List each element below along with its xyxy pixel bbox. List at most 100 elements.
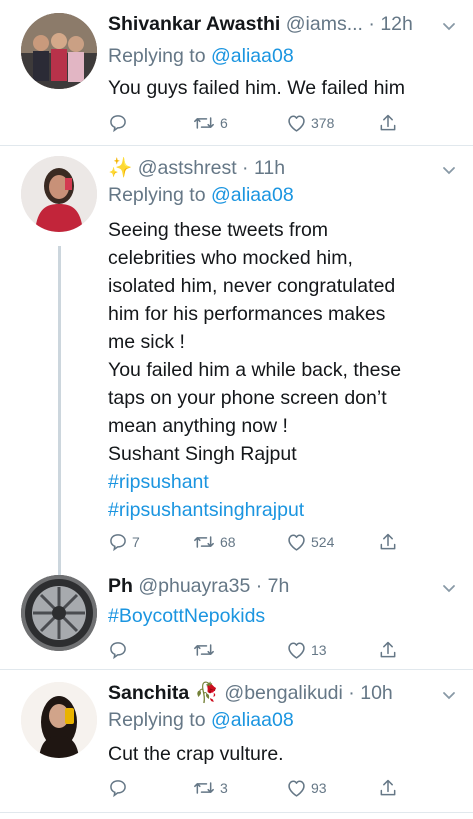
tweet-text-line: You failed him a while back, these (108, 359, 402, 381)
tweet-text-line: me sick ! (108, 331, 185, 353)
mention-link[interactable]: @aliaa08 (211, 184, 294, 206)
tweet-text-line: him for his performances makes (108, 303, 386, 325)
heart-icon (288, 642, 305, 659)
tweet-text-line: taps on your phone screen don’t (108, 387, 387, 409)
reply-icon (110, 115, 126, 133)
tweet-text-line: celebrities who mocked him, (108, 247, 353, 269)
tweet-text-line: Sushant Singh Rajput (108, 443, 297, 465)
share-button[interactable] (378, 110, 398, 136)
avatar[interactable] (21, 682, 97, 758)
hashtag-link[interactable]: #BoycottNepokids (108, 602, 455, 630)
replying-to: Replying to @aliaa08 (108, 182, 294, 208)
tweet-text-line: isolated him, never congratulated (108, 275, 396, 297)
share-icon (380, 641, 396, 658)
like-button[interactable]: 378 (286, 110, 334, 136)
heart-icon (288, 534, 305, 551)
tweet-text-line: Seeing these tweets from (108, 219, 329, 241)
replying-to: Replying to @aliaa08 (108, 43, 294, 69)
name-emoji: ✨ (108, 157, 133, 179)
tweet-header: Sanchita 🥀 @bengalikudi · 10h (108, 680, 461, 706)
replying-to-label: Replying to (108, 45, 206, 67)
timestamp[interactable]: 10h (360, 682, 393, 704)
reply-icon (110, 780, 126, 798)
timestamp[interactable]: 7h (268, 575, 290, 597)
reply-button[interactable] (108, 637, 132, 663)
timestamp[interactable]: 12h (380, 13, 413, 35)
user-handle[interactable]: @astshrest (138, 157, 237, 179)
retweet-button[interactable]: 3 (192, 775, 228, 801)
share-button[interactable] (378, 775, 398, 801)
hashtag-link[interactable]: #ripsushantsinghrajput (108, 496, 455, 524)
tweet-header: Ph @phuayra35 · 7h (108, 573, 461, 599)
replying-to-label: Replying to (108, 709, 206, 731)
retweet-count: 6 (220, 115, 228, 131)
tweet-text: #BoycottNepokids (108, 602, 455, 630)
retweet-icon (194, 536, 214, 548)
share-icon (380, 533, 396, 550)
separator-dot: · (342, 682, 361, 704)
replying-to-label: Replying to (108, 184, 206, 206)
share-button[interactable] (378, 529, 398, 555)
chevron-down-icon[interactable] (441, 580, 457, 596)
separator-dot: · (362, 13, 381, 35)
divider (0, 812, 473, 813)
separator-dot: · (236, 157, 254, 179)
chevron-down-icon[interactable] (441, 18, 457, 34)
tweet-text-line: Cut the crap vulture. (108, 743, 284, 765)
tweet-actions: 7 68 524 (100, 529, 400, 555)
reply-button[interactable] (108, 110, 132, 136)
display-name[interactable]: Ph (108, 575, 133, 597)
tweet-text: Seeing these tweets from celebrities who… (108, 216, 455, 524)
tweet-actions: 6 378 (100, 110, 400, 136)
tweet-header: Shivankar Awasthi @iams... · 12h (108, 11, 461, 37)
hashtag-link[interactable]: #ripsushant (108, 468, 455, 496)
retweet-button[interactable]: 68 (192, 529, 236, 555)
share-icon (380, 779, 396, 796)
like-count: 378 (311, 115, 335, 131)
chevron-down-icon[interactable] (441, 162, 457, 178)
like-button[interactable]: 13 (286, 637, 327, 663)
user-handle[interactable]: @iams... (286, 13, 363, 35)
retweet-icon (194, 782, 214, 794)
separator-dot: · (250, 575, 268, 597)
mention-link[interactable]: @aliaa08 (211, 709, 294, 731)
tweet-text: You guys failed him. We failed him (108, 74, 455, 102)
retweet-icon (194, 117, 214, 129)
chevron-down-icon[interactable] (441, 687, 457, 703)
retweet-icon (194, 644, 214, 656)
thread-connector (58, 246, 61, 580)
mention-link[interactable]: @aliaa08 (211, 45, 294, 67)
avatar[interactable] (21, 13, 97, 89)
name-emoji: 🥀 (194, 682, 219, 704)
like-count: 13 (311, 642, 327, 658)
replying-to: Replying to @aliaa08 (108, 707, 294, 733)
display-name[interactable]: Shivankar Awasthi (108, 13, 280, 35)
retweet-button[interactable]: 6 (192, 110, 228, 136)
user-handle[interactable]: @bengalikudi (224, 682, 342, 704)
tweet-actions: 13 (100, 637, 400, 663)
like-count: 524 (311, 534, 335, 550)
divider (0, 145, 473, 146)
display-name[interactable]: Sanchita (108, 682, 189, 704)
reply-icon (110, 642, 126, 660)
divider (0, 669, 473, 670)
retweet-count: 68 (220, 534, 236, 550)
retweet-button[interactable] (192, 637, 220, 663)
heart-icon (288, 780, 305, 797)
like-button[interactable]: 524 (286, 529, 334, 555)
reply-count: 7 (132, 534, 140, 550)
like-button[interactable]: 93 (286, 775, 327, 801)
share-icon (380, 114, 396, 131)
timestamp[interactable]: 11h (254, 157, 285, 179)
reply-button[interactable]: 7 (108, 529, 140, 555)
reply-button[interactable] (108, 775, 132, 801)
like-count: 93 (311, 780, 327, 796)
user-handle[interactable]: @phuayra35 (138, 575, 250, 597)
reply-icon (110, 534, 126, 552)
tweet-text-line: mean anything now ! (108, 415, 288, 437)
tweet-actions: 3 93 (100, 775, 400, 801)
share-button[interactable] (378, 637, 398, 663)
tweet-text: Cut the crap vulture. (108, 740, 455, 768)
avatar[interactable] (21, 156, 97, 232)
avatar[interactable] (21, 575, 97, 651)
